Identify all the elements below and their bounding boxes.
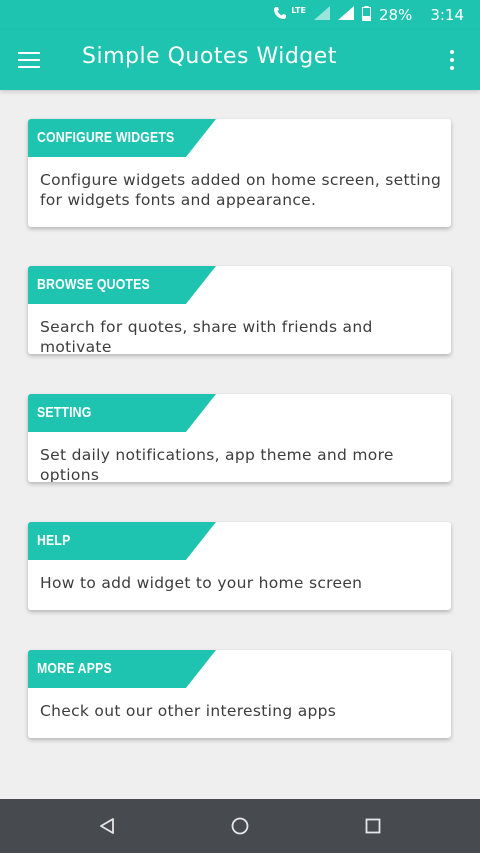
hamburger-menu-icon[interactable] xyxy=(18,46,46,74)
card-title: CONFIGURE WIDGETS xyxy=(37,129,175,146)
clock: 3:14 xyxy=(430,6,464,24)
card-browse-quotes[interactable]: BROWSE QUOTES Search for quotes, share w… xyxy=(28,266,451,354)
status-icons: LTE 28% 3:14 xyxy=(273,0,464,30)
back-triangle-icon[interactable] xyxy=(92,811,122,841)
card-description: Configure widgets added on home screen, … xyxy=(40,171,442,209)
app-bar: Simple Quotes Widget xyxy=(0,30,480,90)
network-type-label: LTE xyxy=(291,6,306,15)
card-title: MORE APPS xyxy=(37,660,112,677)
card-description: Set daily notifications, app theme and m… xyxy=(40,446,394,482)
battery-percent: 28% xyxy=(378,6,413,24)
card-title: HELP xyxy=(37,532,71,549)
signal-icon xyxy=(313,6,330,24)
recents-square-icon[interactable] xyxy=(358,811,388,841)
home-circle-icon[interactable] xyxy=(225,811,255,841)
card-configure-widgets[interactable]: CONFIGURE WIDGETS Configure widgets adde… xyxy=(28,119,451,227)
battery-icon xyxy=(361,5,371,25)
card-setting[interactable]: SETTING Set daily notifications, app the… xyxy=(28,394,451,482)
card-more-apps[interactable]: MORE APPS Check out our other interestin… xyxy=(28,650,451,738)
card-help[interactable]: HELP How to add widget to your home scre… xyxy=(28,522,451,610)
card-title: BROWSE QUOTES xyxy=(37,276,150,293)
call-icon: LTE xyxy=(273,6,306,24)
more-vertical-icon[interactable] xyxy=(438,46,466,74)
card-description: Search for quotes, share with friends an… xyxy=(40,318,373,354)
signal-strength-icon xyxy=(337,6,354,24)
card-description: How to add widget to your home screen xyxy=(40,574,363,592)
system-nav-bar xyxy=(0,799,480,853)
app-title: Simple Quotes Widget xyxy=(82,44,337,69)
card-description: Check out our other interesting apps xyxy=(40,702,337,720)
card-title: SETTING xyxy=(37,404,92,421)
status-bar: LTE 28% 3:14 xyxy=(0,0,480,30)
